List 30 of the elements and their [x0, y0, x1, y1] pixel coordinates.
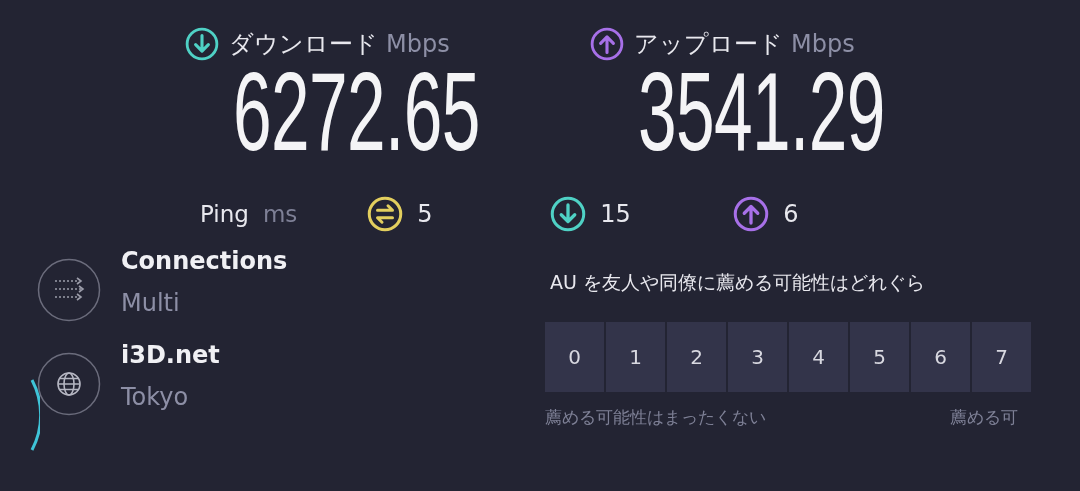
rating-button[interactable]: 7: [972, 322, 1031, 392]
unit-label: Mbps: [386, 30, 450, 58]
speed-value: 6272.65: [233, 60, 480, 164]
ping-value: 6: [783, 200, 799, 228]
gauge-arc: [30, 379, 40, 451]
rating-button[interactable]: 3: [728, 322, 787, 392]
ping-label: Ping: [200, 201, 249, 227]
scale-high-label: 薦める可: [950, 406, 1018, 429]
rating-button[interactable]: 4: [789, 322, 848, 392]
survey-question: AU を友人や同僚に薦める可能性はどれぐら: [549, 270, 926, 295]
result-label: アップロード: [634, 29, 783, 60]
result-label: ダウンロード: [229, 29, 378, 60]
info-subtitle: Multi: [121, 288, 181, 318]
scale-low-label: 薦める可能性はまったくない: [545, 406, 767, 429]
rating-button[interactable]: 5: [850, 322, 909, 392]
ping-value: 5: [417, 200, 433, 228]
unit-label: Mbps: [791, 30, 855, 58]
unit-label: ms: [262, 201, 298, 227]
globe-icon: [37, 352, 101, 416]
rating-button[interactable]: 0: [545, 322, 604, 392]
rating-button[interactable]: 2: [667, 322, 726, 392]
rating-button[interactable]: 1: [606, 322, 665, 392]
arrows-icon: [37, 258, 101, 322]
exchange-arrows-icon: [367, 196, 404, 232]
rating-button[interactable]: 6: [911, 322, 970, 392]
speed-value: 3541.29: [638, 60, 885, 164]
info-title: i3D.net: [121, 340, 220, 370]
ping-value: 15: [600, 200, 631, 228]
info-subtitle: Tokyo: [121, 382, 190, 412]
info-title: Connections: [121, 246, 288, 276]
